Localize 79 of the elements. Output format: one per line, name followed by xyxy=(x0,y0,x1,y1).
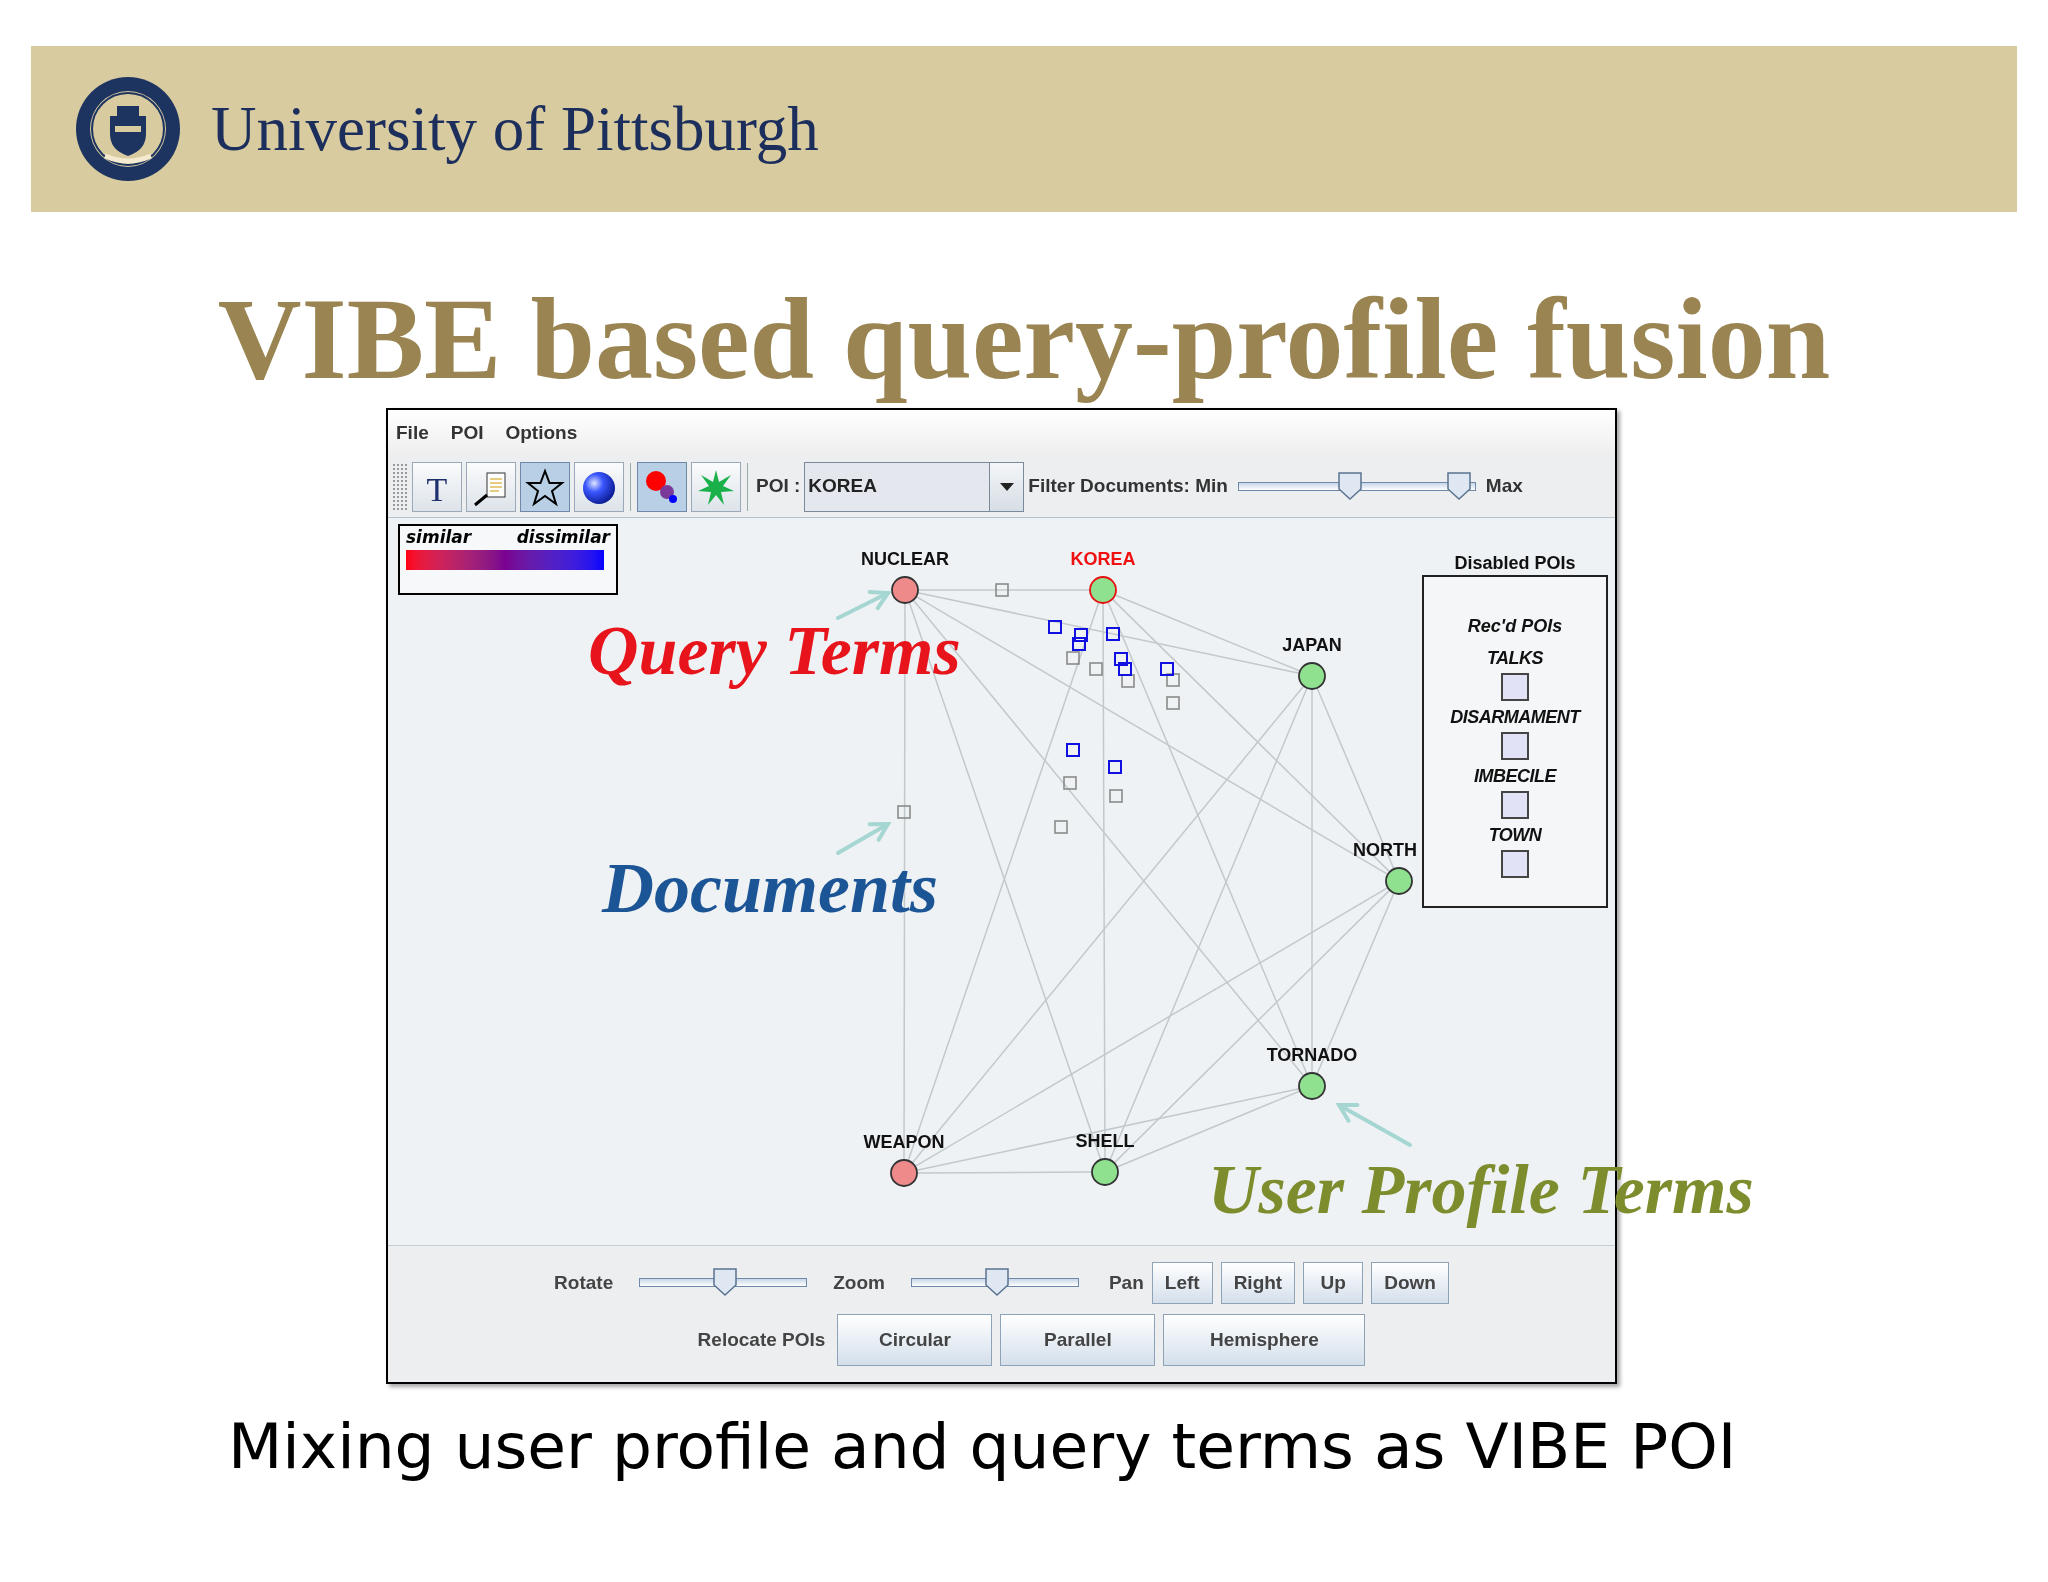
document-marker xyxy=(897,805,911,819)
relocate-button[interactable]: Circular xyxy=(837,1314,993,1366)
document-marker xyxy=(1106,627,1120,641)
zoom-slider[interactable] xyxy=(910,1268,1079,1298)
annotation-label: Documents xyxy=(602,852,939,924)
slider-thumb[interactable] xyxy=(1337,471,1362,500)
burst-tool-button[interactable] xyxy=(691,461,741,512)
poi-label: KOREA xyxy=(1070,550,1136,568)
poi-node[interactable] xyxy=(1091,1158,1119,1186)
document-marker xyxy=(995,583,1009,597)
poi-node[interactable] xyxy=(1298,662,1326,690)
poi-node[interactable] xyxy=(891,576,919,604)
document-marker xyxy=(1066,651,1080,665)
poi-label: JAPAN xyxy=(1282,636,1342,654)
slider-thumb[interactable] xyxy=(1447,471,1472,500)
filter-min-label: Filter Documents: Min xyxy=(1028,474,1228,499)
star-tool-button[interactable] xyxy=(520,461,570,512)
filter-max-label: Max xyxy=(1485,474,1523,499)
document-marker xyxy=(1063,776,1077,790)
poi-label: SHELL xyxy=(1075,1132,1135,1150)
document-marker xyxy=(1066,743,1080,757)
disabled-poi-label: TALKS xyxy=(1486,647,1544,669)
pan-button[interactable]: Up xyxy=(1303,1262,1364,1304)
relocate-label: Relocate POIs xyxy=(697,1327,826,1352)
relocate-button[interactable]: Hemisphere xyxy=(1163,1314,1366,1366)
poi-label: WEAPON xyxy=(863,1133,945,1151)
menu-item[interactable]: POI xyxy=(450,418,484,448)
document-marker xyxy=(1074,628,1088,642)
pointer-arrow xyxy=(836,821,892,855)
document-marker xyxy=(1072,637,1086,651)
poi-value: KOREA xyxy=(807,474,878,499)
document-marker xyxy=(1108,760,1122,774)
slide-caption: Mixing user profile and query terms as VIBE POI xyxy=(228,1412,1738,1482)
pan-button[interactable]: Right xyxy=(1220,1262,1296,1304)
poi-label: TORNADO xyxy=(1266,1046,1358,1064)
disabled-poi-label: DISARMAMENT xyxy=(1450,706,1580,728)
document-marker xyxy=(1166,696,1180,710)
pan-button[interactable]: Left xyxy=(1151,1262,1213,1304)
document-marker xyxy=(1118,662,1132,676)
poi-label: NORTH xyxy=(1353,841,1417,859)
document-marker xyxy=(1114,652,1128,666)
document-marker xyxy=(1089,662,1103,676)
rotate-label: Rotate xyxy=(554,1270,614,1295)
slide-title: VIBE based query-profile fusion xyxy=(216,274,1832,404)
rotate-slider[interactable] xyxy=(639,1268,808,1298)
pan-label: Pan xyxy=(1108,1270,1144,1295)
university-seal-icon xyxy=(75,76,181,182)
disabled-poi-label: TOWN xyxy=(1488,824,1542,846)
slider-thumb[interactable] xyxy=(984,1268,1009,1296)
legend-label: similar xyxy=(406,526,472,548)
document-marker xyxy=(1048,620,1062,634)
pointer-arrow xyxy=(836,590,892,620)
filter-range-slider[interactable] xyxy=(1237,471,1476,502)
disabled-poi-label: IMBECILE xyxy=(1474,765,1556,787)
document-marker xyxy=(1166,673,1180,687)
slider-thumb[interactable] xyxy=(712,1268,737,1296)
poi-node[interactable] xyxy=(1385,867,1413,895)
poi-label: NUCLEAR xyxy=(861,550,949,568)
legend-label: dissimilar xyxy=(516,526,610,548)
dropdown-arrow-icon xyxy=(999,482,1014,491)
pan-button[interactable]: Down xyxy=(1371,1262,1449,1304)
poi-node[interactable] xyxy=(1298,1072,1326,1100)
document-marker xyxy=(1160,662,1174,676)
menu-item[interactable]: Options xyxy=(505,418,578,448)
zoom-label: Zoom xyxy=(833,1270,885,1295)
relocate-button[interactable]: Parallel xyxy=(1000,1314,1156,1366)
dots-tool-button[interactable] xyxy=(637,461,687,512)
document-marker xyxy=(1109,789,1123,803)
poi-node[interactable] xyxy=(1089,576,1117,604)
document-tool-button[interactable] xyxy=(466,461,516,512)
sphere-tool-button[interactable] xyxy=(574,461,624,512)
poi-node[interactable] xyxy=(890,1159,918,1187)
poi-label: POI : xyxy=(756,474,801,499)
document-marker xyxy=(1054,820,1068,834)
document-marker xyxy=(1121,674,1135,688)
recommended-pois-heading: Rec'd POIs xyxy=(1467,615,1563,637)
menu-item[interactable]: File xyxy=(396,418,429,448)
poi-combobox[interactable]: KOREA xyxy=(804,461,1025,512)
disabled-pois-title: Disabled POIs xyxy=(1453,552,1577,575)
